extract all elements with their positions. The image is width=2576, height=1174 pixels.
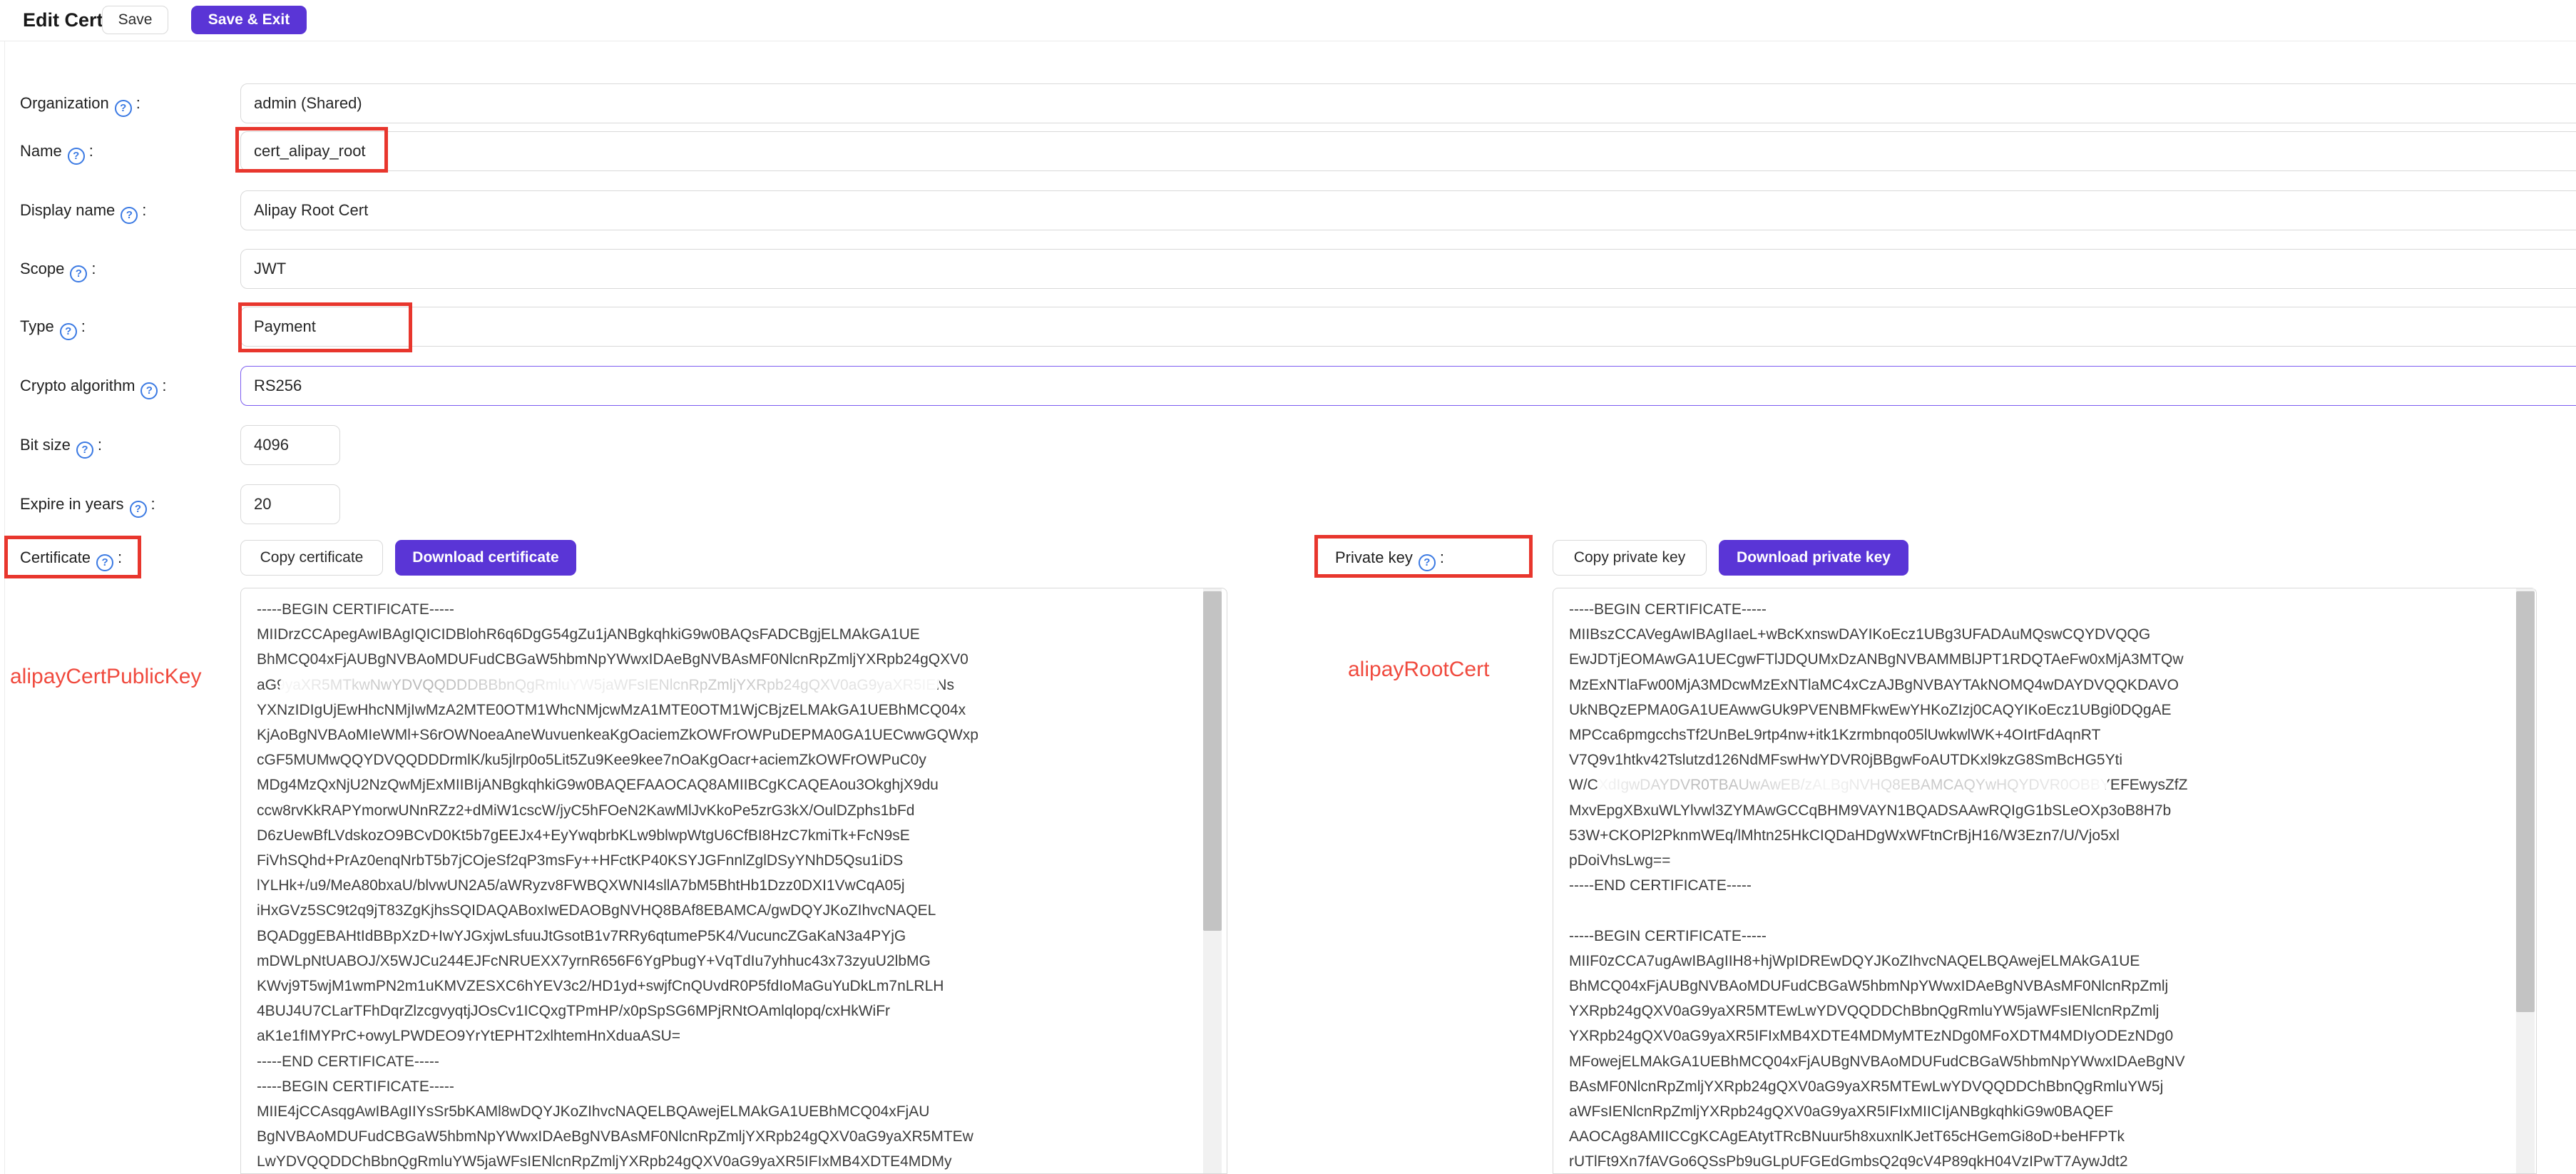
- form-row-expire-years: Expire in years?: 20: [0, 484, 2576, 524]
- bit-size-input[interactable]: 4096: [240, 425, 340, 465]
- help-icon[interactable]: ?: [68, 148, 85, 165]
- certificate-scrollbar[interactable]: [1203, 588, 1222, 1173]
- annotation-box-type: [238, 302, 412, 352]
- name-label: Name?:: [20, 131, 93, 171]
- bit-size-label: Bit size?:: [20, 425, 102, 465]
- form-row-display-name: Display name?: Alipay Root Cert: [0, 190, 2576, 230]
- form-row-organization: Organization?: admin (Shared): [0, 83, 2576, 123]
- scope-input[interactable]: JWT: [240, 249, 2576, 289]
- save-button[interactable]: Save: [102, 6, 168, 34]
- download-private-key-button[interactable]: Download private key: [1719, 540, 1908, 576]
- crypto-algorithm-input[interactable]: RS256: [240, 366, 2576, 406]
- redaction-smear: [280, 668, 939, 700]
- annotation-box-private-key: [1314, 535, 1533, 578]
- annotation-box-certificate: [4, 536, 141, 578]
- annotation-box-name: [235, 127, 388, 173]
- annotation-text-cert-public-key: alipayCertPublicKey: [10, 665, 201, 689]
- edit-cert-page: Edit Cert Save Save & Exit Organization?…: [0, 0, 2576, 1174]
- save-and-exit-button[interactable]: Save & Exit: [191, 6, 307, 34]
- annotation-text-root-cert: alipayRootCert: [1348, 658, 1489, 682]
- type-input[interactable]: Payment: [240, 307, 2576, 347]
- private-key-scrollbar-thumb[interactable]: [2516, 591, 2535, 1012]
- certificate-scrollbar-thumb[interactable]: [1203, 591, 1222, 931]
- display-name-label: Display name?:: [20, 190, 146, 230]
- name-input[interactable]: cert_alipay_root: [240, 131, 2576, 171]
- help-icon[interactable]: ?: [130, 501, 147, 518]
- page-title: Edit Cert: [23, 0, 103, 41]
- help-icon[interactable]: ?: [115, 100, 132, 117]
- form-row-bit-size: Bit size?: 4096: [0, 425, 2576, 465]
- help-icon[interactable]: ?: [60, 323, 77, 340]
- copy-certificate-button[interactable]: Copy certificate: [240, 540, 383, 576]
- download-certificate-button[interactable]: Download certificate: [395, 540, 576, 576]
- display-name-input[interactable]: Alipay Root Cert: [240, 190, 2576, 230]
- scope-label: Scope?:: [20, 249, 96, 289]
- help-icon[interactable]: ?: [70, 265, 87, 282]
- copy-private-key-button[interactable]: Copy private key: [1553, 540, 1707, 576]
- private-key-textarea[interactable]: -----BEGIN CERTIFICATE----- MIIBszCCAVeg…: [1553, 588, 2537, 1174]
- private-key-scrollbar[interactable]: [2516, 588, 2535, 1173]
- form-row-crypto-algorithm: Crypto algorithm?: RS256: [0, 366, 2576, 406]
- type-label: Type?:: [20, 307, 86, 347]
- help-icon[interactable]: ?: [121, 207, 138, 224]
- crypto-algorithm-label: Crypto algorithm?:: [20, 366, 167, 406]
- private-key-content: -----BEGIN CERTIFICATE----- MIIBszCCAVeg…: [1569, 597, 2187, 1174]
- redaction-smear: [1598, 769, 2107, 800]
- expire-years-input[interactable]: 20: [240, 484, 340, 524]
- expire-years-label: Expire in years?:: [20, 484, 155, 524]
- organization-label: Organization?:: [20, 83, 140, 123]
- organization-input[interactable]: admin (Shared): [240, 83, 2576, 123]
- help-icon[interactable]: ?: [76, 441, 93, 459]
- help-icon[interactable]: ?: [140, 382, 158, 399]
- toolbar: Edit Cert Save Save & Exit: [0, 0, 2576, 41]
- form-row-scope: Scope?: JWT: [0, 249, 2576, 289]
